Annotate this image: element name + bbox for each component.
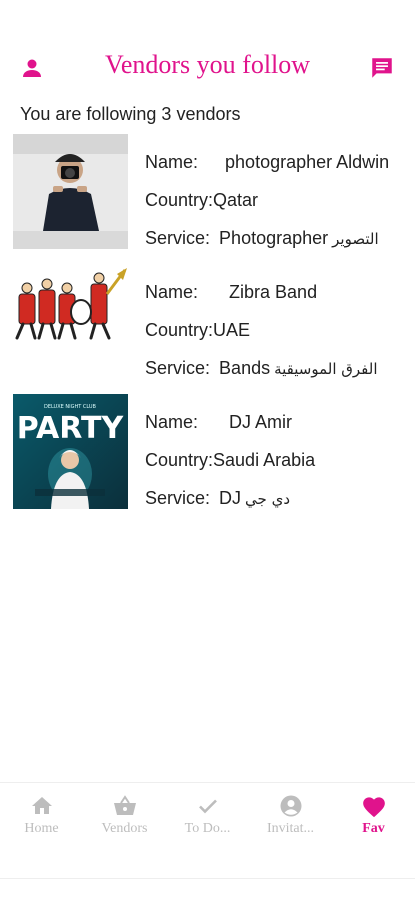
vendor-service-arabic: الفرق الموسيقية: [274, 360, 378, 378]
home-icon: [29, 793, 55, 819]
bottom-navigation: Home Vendors To Do... Invitat... Fav: [0, 782, 415, 845]
chat-icon: [372, 58, 392, 78]
heart-icon: [361, 793, 387, 819]
system-bar-divider: [0, 878, 415, 879]
vendor-name: Zibra Band: [229, 282, 318, 302]
nav-vendors[interactable]: Vendors: [83, 783, 166, 845]
app-header: Vendors you follow: [0, 42, 415, 92]
check-icon: [195, 793, 221, 819]
vendor-name: photographer Aldwin: [225, 152, 390, 172]
vendor-service: Bands: [219, 358, 271, 378]
chat-button[interactable]: [364, 50, 400, 86]
nav-invitations[interactable]: Invitat...: [249, 783, 332, 845]
vendor-service: DJ: [219, 488, 242, 508]
service-label: Service:: [145, 358, 211, 378]
vendor-country: Qatar: [213, 190, 259, 210]
vendor-country: UAE: [213, 320, 251, 340]
nav-label: Fav: [362, 821, 385, 836]
vendor-list: Name: photographer Aldwin Country:Qatar …: [0, 134, 415, 524]
name-label: Name:: [145, 412, 199, 432]
profile-button[interactable]: [14, 50, 50, 86]
vendor-service-arabic: دي جي: [245, 490, 291, 508]
nav-label: Home: [24, 821, 59, 836]
poster-title: PARTY: [17, 411, 125, 446]
vendor-card[interactable]: DELUXE NIGHT CLUB PARTY Name: DJ Amir Co…: [0, 394, 415, 524]
poster-header: DELUXE NIGHT CLUB: [44, 404, 97, 410]
service-label: Service:: [145, 228, 211, 248]
nav-label: Invitat...: [266, 821, 315, 836]
vendor-country: Saudi Arabia: [213, 450, 316, 470]
vendor-service: Photographer: [219, 228, 329, 248]
vendor-card[interactable]: Name: Zibra Band Country:UAE Service: Ba…: [0, 264, 415, 394]
vendor-service-arabic: التصوير: [332, 230, 379, 248]
nav-todo[interactable]: To Do...: [166, 783, 249, 845]
basket-icon: [112, 793, 138, 819]
account-icon: [278, 793, 304, 819]
country-label: Country:: [145, 320, 214, 340]
name-label: Name:: [145, 282, 199, 302]
page-title: Vendors you follow: [104, 50, 311, 79]
nav-home[interactable]: Home: [0, 783, 83, 845]
vendor-image: [13, 134, 128, 249]
name-label: Name:: [145, 152, 199, 172]
vendor-name: DJ Amir: [229, 412, 293, 432]
country-label: Country:: [145, 450, 214, 470]
person-icon: [23, 59, 41, 77]
vendor-image: [13, 264, 128, 379]
nav-fav[interactable]: Fav: [332, 783, 415, 845]
vendor-image: DELUXE NIGHT CLUB PARTY: [13, 394, 128, 509]
vendor-card[interactable]: Name: photographer Aldwin Country:Qatar …: [0, 134, 415, 264]
following-count: You are following 3 vendors: [20, 104, 241, 124]
country-label: Country:: [145, 190, 214, 210]
service-label: Service:: [145, 488, 211, 508]
nav-label: To Do...: [184, 821, 231, 836]
nav-label: Vendors: [101, 821, 148, 836]
